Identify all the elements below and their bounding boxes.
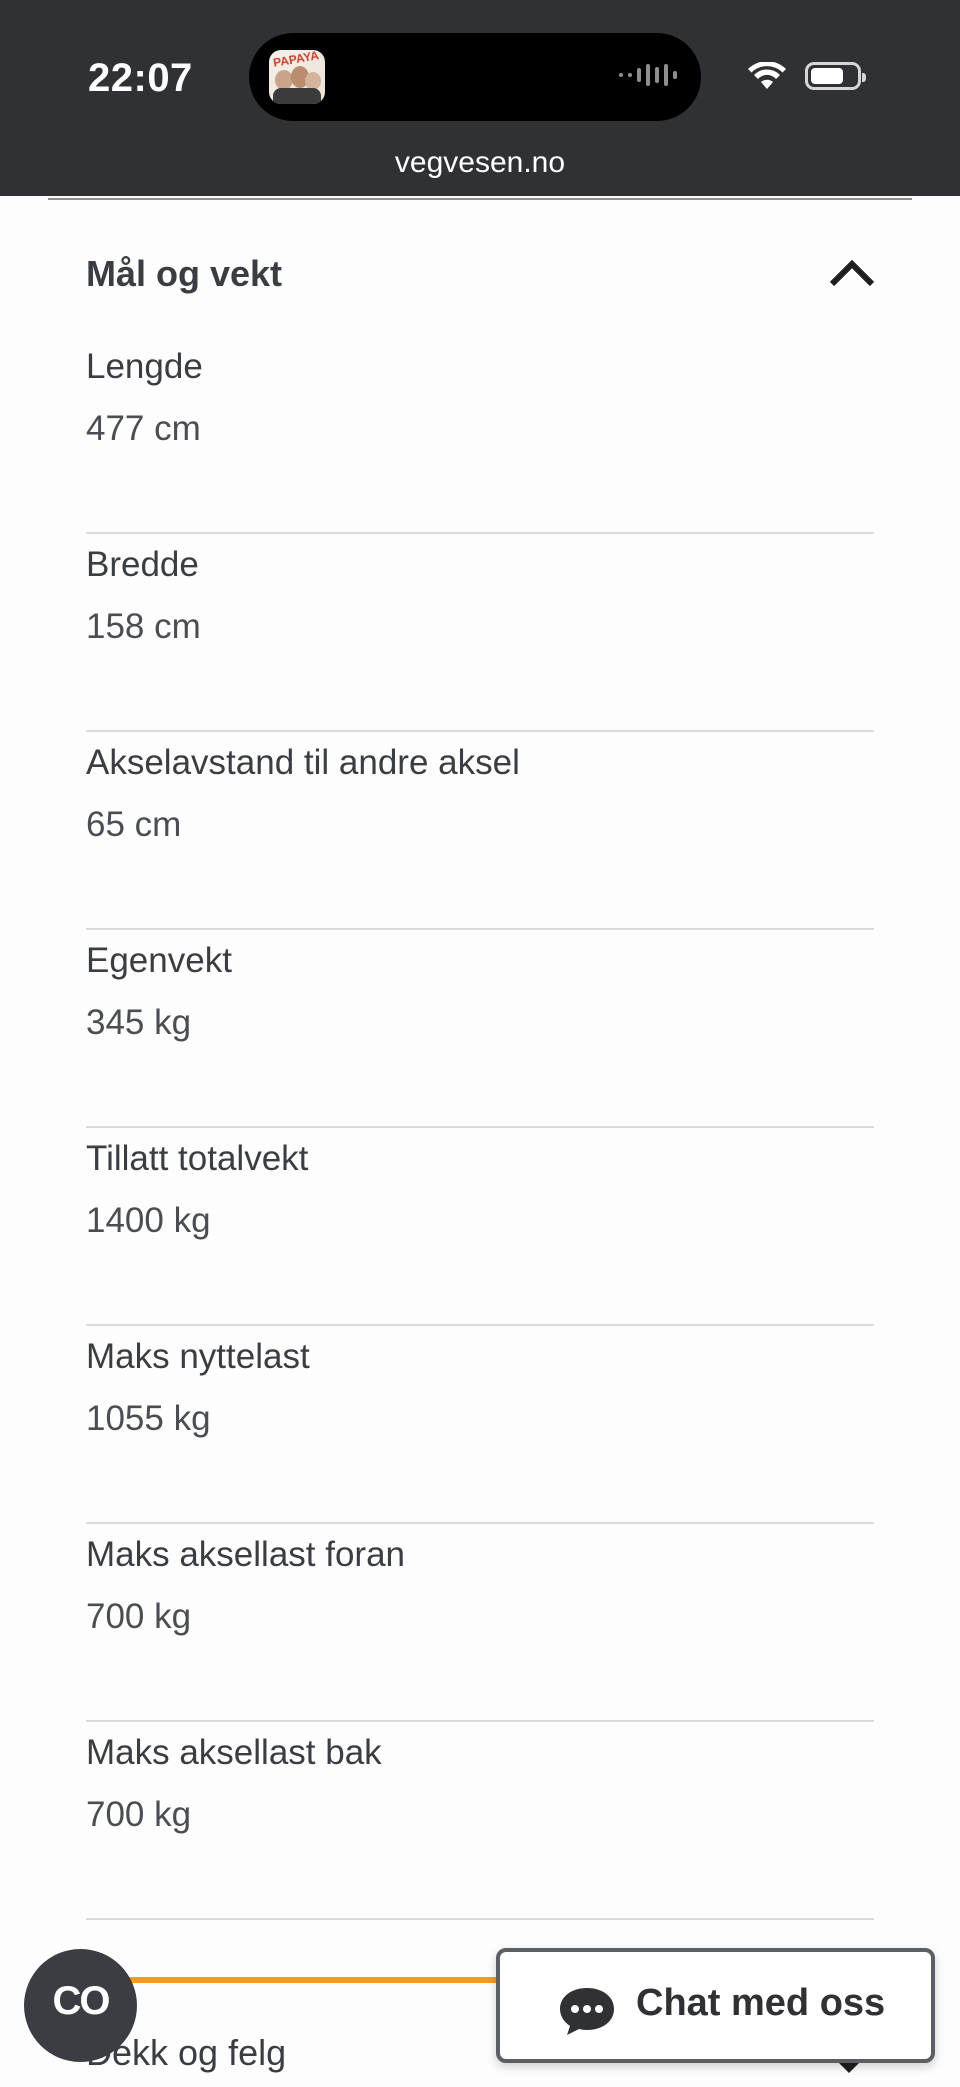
spec-value: 700 kg bbox=[86, 1597, 192, 1636]
wifi-icon bbox=[748, 62, 786, 89]
spec-row-maks-nyttelast: Maks nyttelast 1055 kg bbox=[86, 1326, 874, 1524]
divider bbox=[48, 198, 912, 200]
spec-row-maks-aksellast-foran: Maks aksellast foran 700 kg bbox=[86, 1524, 874, 1722]
spec-value: 65 cm bbox=[86, 805, 182, 844]
section-title: Mål og vekt bbox=[86, 253, 283, 294]
battery-icon bbox=[805, 62, 866, 90]
spec-value: 1400 kg bbox=[86, 1201, 211, 1240]
spec-row-egenvekt: Egenvekt 345 kg bbox=[86, 930, 874, 1128]
dynamic-island[interactable]: PAPAYA bbox=[249, 33, 701, 121]
spec-value: 1055 kg bbox=[86, 1399, 211, 1438]
spec-label: Maks aksellast foran bbox=[86, 1535, 406, 1574]
fab-label: CO bbox=[52, 1979, 111, 2023]
podcast-artwork-icon: PAPAYA bbox=[269, 50, 325, 104]
chat-bubble-icon bbox=[560, 1988, 614, 2035]
spec-list: Lengde 477 cm Bredde 158 cm Akselavstand… bbox=[86, 336, 874, 1920]
chevron-up-icon[interactable] bbox=[828, 256, 876, 288]
spec-label: Lengde bbox=[86, 347, 203, 386]
cookie-consent-button[interactable]: CO bbox=[24, 1949, 137, 2062]
spec-value: 477 cm bbox=[86, 409, 201, 448]
spec-row-tillatt-totalvekt: Tillatt totalvekt 1400 kg bbox=[86, 1128, 874, 1326]
spec-row-lengde: Lengde 477 cm bbox=[86, 336, 874, 534]
status-bar: 22:07 PAPAYA vegvesen.no bbox=[0, 0, 960, 196]
spec-label: Maks nyttelast bbox=[86, 1337, 310, 1376]
spec-label: Akselavstand til andre aksel bbox=[86, 743, 520, 782]
spec-value: 345 kg bbox=[86, 1003, 192, 1042]
spec-label: Bredde bbox=[86, 545, 199, 584]
spec-label: Maks aksellast bak bbox=[86, 1733, 382, 1772]
spec-value: 158 cm bbox=[86, 607, 201, 646]
spec-row-maks-aksellast-bak: Maks aksellast bak 700 kg bbox=[86, 1722, 874, 1920]
audio-waveform-icon bbox=[619, 64, 677, 86]
spec-row-akselavstand: Akselavstand til andre aksel 65 cm bbox=[86, 732, 874, 930]
clock: 22:07 bbox=[88, 56, 193, 100]
spec-label: Egenvekt bbox=[86, 941, 232, 980]
spec-value: 700 kg bbox=[86, 1795, 192, 1834]
url-bar[interactable]: vegvesen.no bbox=[0, 146, 960, 180]
spec-row-bredde: Bredde 158 cm bbox=[86, 534, 874, 732]
chat-button[interactable]: Chat med oss bbox=[496, 1948, 935, 2063]
section-header-mal-og-vekt[interactable]: Mål og vekt bbox=[86, 246, 876, 302]
chat-button-label: Chat med oss bbox=[636, 1982, 886, 2024]
spec-label: Tillatt totalvekt bbox=[86, 1139, 309, 1178]
